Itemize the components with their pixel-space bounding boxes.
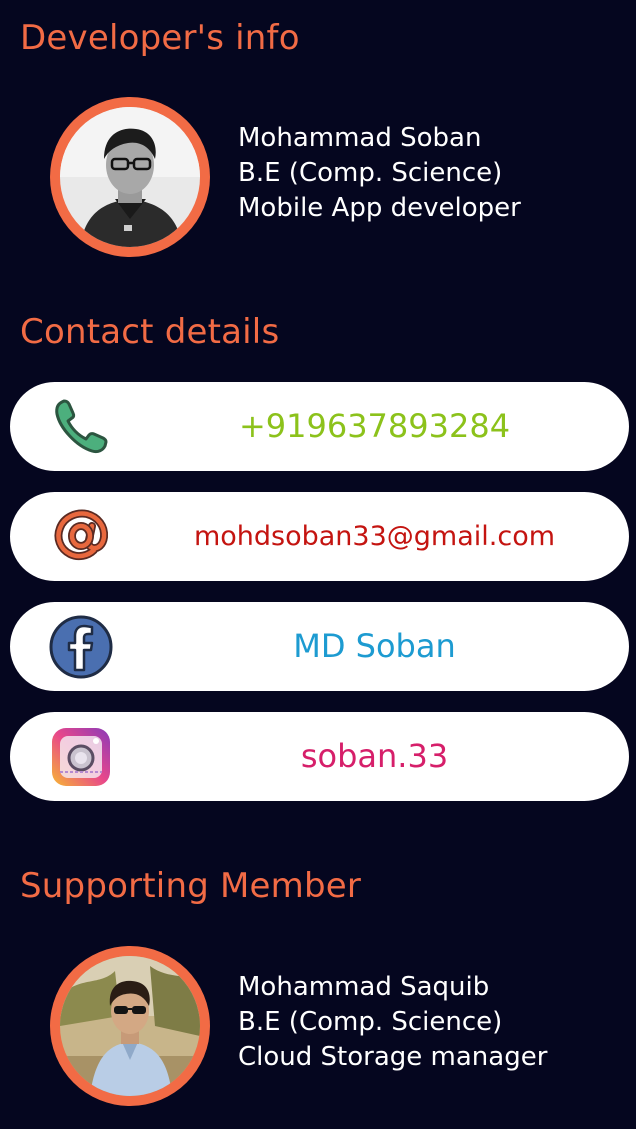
supporting-member-name: Mohammad Saquib: [238, 972, 490, 1002]
contact-details-heading: Contact details: [20, 312, 280, 352]
phone-contact-button[interactable]: +919637893284: [10, 382, 629, 471]
developer-degree: B.E (Comp. Science): [238, 158, 503, 188]
supporting-member-avatar: [50, 946, 210, 1106]
facebook-icon: [49, 615, 113, 679]
developer-info-heading: Developer's info: [20, 18, 300, 58]
email-contact-button[interactable]: mohdsoban33@gmail.com: [10, 492, 629, 581]
phone-number: +919637893284: [238, 407, 511, 445]
supporting-member-heading: Supporting Member: [20, 866, 362, 906]
phone-icon: [55, 399, 108, 454]
instagram-icon: [52, 728, 110, 786]
facebook-name: MD Soban: [293, 627, 456, 665]
supporting-member-degree: B.E (Comp. Science): [238, 1007, 503, 1037]
instagram-contact-button[interactable]: soban.33: [10, 712, 629, 801]
developer-photo: [60, 107, 200, 247]
developer-name: Mohammad Soban: [238, 123, 482, 153]
facebook-contact-button[interactable]: MD Soban: [10, 602, 629, 691]
supporting-member-details: Mohammad Saquib B.E (Comp. Science) Clou…: [238, 970, 547, 1075]
email-address: mohdsoban33@gmail.com: [193, 521, 556, 552]
instagram-handle: soban.33: [300, 737, 449, 775]
at-sign-icon: [54, 509, 109, 561]
developer-avatar: [50, 97, 210, 257]
developer-role: Mobile App developer: [238, 193, 521, 223]
developer-details: Mohammad Soban B.E (Comp. Science) Mobil…: [238, 121, 521, 226]
supporting-member-role: Cloud Storage manager: [238, 1042, 548, 1072]
supporting-member-photo: [60, 956, 200, 1096]
